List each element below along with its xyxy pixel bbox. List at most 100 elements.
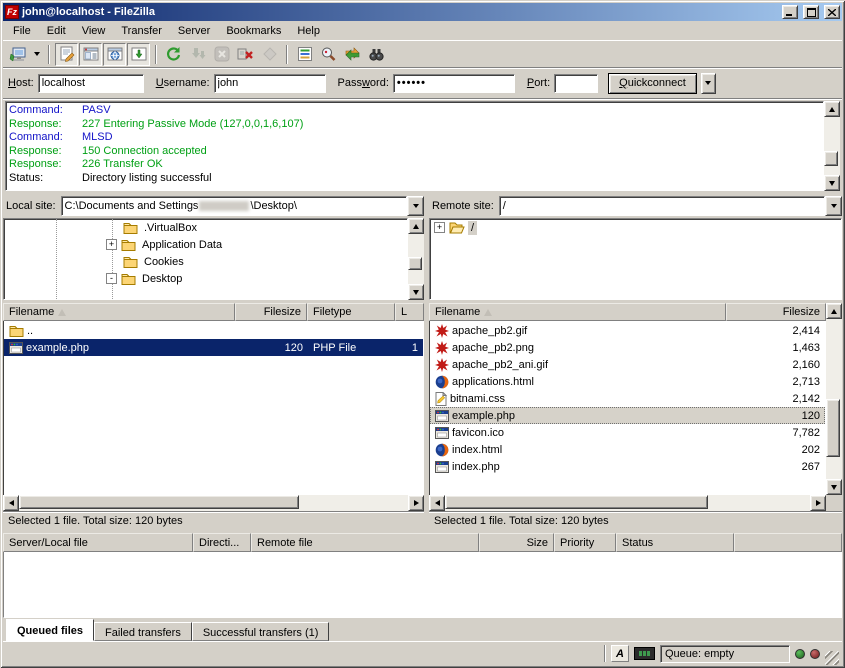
scroll-left-button[interactable] xyxy=(3,495,19,511)
tree-item-label[interactable]: / xyxy=(468,221,477,235)
tree-item[interactable]: + Application Data xyxy=(4,236,407,253)
file-row[interactable]: bitnami.css 2,142 xyxy=(430,390,825,407)
reconnect-button[interactable] xyxy=(258,43,281,66)
file-row[interactable]: apache_pb2.gif 2,414 xyxy=(430,322,825,339)
quickconnect-dropdown[interactable] xyxy=(701,73,716,94)
file-row[interactable]: example.php 120 PHP File 1 xyxy=(4,339,423,356)
tree-item-label[interactable]: Application Data xyxy=(139,238,225,252)
local-path-field[interactable]: C:\Documents and Settings\Desktop\ xyxy=(61,196,407,216)
file-row[interactable]: example.php 120 xyxy=(430,407,825,424)
menu-file[interactable]: File xyxy=(5,22,39,40)
queue-list[interactable] xyxy=(3,552,842,618)
file-row[interactable]: index.html 202 xyxy=(430,441,825,458)
scroll-up-button[interactable] xyxy=(824,101,840,117)
scroll-down-button[interactable] xyxy=(408,284,424,300)
tree-expander[interactable]: + xyxy=(434,222,445,233)
tab-successful-transfers[interactable]: Successful transfers (1) xyxy=(192,622,330,641)
toggle-remote-tree-button[interactable] xyxy=(103,43,126,66)
file-row[interactable]: .. xyxy=(4,322,423,339)
compare-directories-button[interactable] xyxy=(317,43,340,66)
column-header-direction[interactable]: Directi... xyxy=(193,533,251,552)
site-manager-dropdown[interactable] xyxy=(30,43,43,66)
file-row[interactable]: favicon.ico 7,782 xyxy=(430,424,825,441)
scroll-thumb[interactable] xyxy=(19,495,299,509)
scroll-right-button[interactable] xyxy=(810,495,826,511)
column-header-priority[interactable]: Priority xyxy=(554,533,616,552)
scroll-right-button[interactable] xyxy=(408,495,424,511)
scroll-up-button[interactable] xyxy=(408,218,424,234)
menu-edit[interactable]: Edit xyxy=(39,22,74,40)
speed-limit-indicator-icon[interactable] xyxy=(634,647,655,660)
remote-list-scrollbar[interactable] xyxy=(826,303,842,495)
local-site-combo[interactable]: C:\Documents and Settings\Desktop\ xyxy=(61,196,424,216)
scroll-down-button[interactable] xyxy=(826,479,842,495)
find-files-button[interactable] xyxy=(365,43,388,66)
toggle-message-log-button[interactable] xyxy=(55,43,78,66)
file-row[interactable]: applications.html 2,713 xyxy=(430,373,825,390)
column-header-server-local-file[interactable]: Server/Local file xyxy=(3,533,193,552)
transfer-type-indicator-icon[interactable]: A xyxy=(611,645,629,662)
tree-item[interactable]: + / xyxy=(430,219,841,236)
scroll-thumb[interactable] xyxy=(445,495,708,509)
column-header-size[interactable]: Size xyxy=(479,533,554,552)
remote-site-combo[interactable]: / xyxy=(499,196,842,216)
local-path-dropdown[interactable] xyxy=(407,196,424,216)
tree-item-label[interactable]: Cookies xyxy=(141,255,187,269)
file-row[interactable]: apache_pb2.png 1,463 xyxy=(430,339,825,356)
menu-transfer[interactable]: Transfer xyxy=(113,22,170,40)
port-input[interactable] xyxy=(554,74,598,93)
maximize-button[interactable] xyxy=(803,5,819,19)
remote-list-hscrollbar[interactable] xyxy=(429,495,826,511)
toggle-transfer-queue-button[interactable] xyxy=(127,43,150,66)
scroll-down-button[interactable] xyxy=(824,175,840,191)
process-queue-button[interactable] xyxy=(186,43,209,66)
column-header-filename[interactable]: Filename xyxy=(3,303,235,321)
menu-help[interactable]: Help xyxy=(289,22,328,40)
tree-item[interactable]: .VirtualBox xyxy=(4,219,407,236)
tree-item[interactable]: Cookies xyxy=(4,253,407,270)
tree-item[interactable]: - Desktop xyxy=(4,270,407,287)
column-header-filetype[interactable]: Filetype xyxy=(307,303,395,321)
disconnect-button[interactable] xyxy=(234,43,257,66)
quickconnect-button[interactable]: Quickconnect xyxy=(608,73,697,94)
directory-listing-filters-button[interactable] xyxy=(293,43,316,66)
column-header-filesize[interactable]: Filesize xyxy=(235,303,307,321)
column-header-filesize[interactable]: Filesize xyxy=(726,303,826,321)
column-header-filename[interactable]: Filename xyxy=(429,303,726,321)
host-input[interactable] xyxy=(38,74,144,93)
refresh-button[interactable] xyxy=(162,43,185,66)
remote-path-dropdown[interactable] xyxy=(825,196,842,216)
cancel-operation-button[interactable] xyxy=(210,43,233,66)
scroll-up-button[interactable] xyxy=(826,303,842,319)
close-button[interactable] xyxy=(824,5,840,19)
scroll-left-button[interactable] xyxy=(429,495,445,511)
log-scrollbar[interactable] xyxy=(824,101,840,191)
password-input[interactable] xyxy=(393,74,515,93)
column-header-remote-file[interactable]: Remote file xyxy=(251,533,479,552)
scroll-thumb[interactable] xyxy=(408,257,422,270)
menu-server[interactable]: Server xyxy=(170,22,218,40)
scroll-thumb[interactable] xyxy=(824,151,838,166)
tree-expander[interactable]: - xyxy=(106,273,117,284)
column-header-lastmodified[interactable]: L xyxy=(395,303,424,321)
username-input[interactable] xyxy=(214,74,326,93)
toggle-local-tree-button[interactable] xyxy=(79,43,102,66)
file-row[interactable]: apache_pb2_ani.gif 2,160 xyxy=(430,356,825,373)
menu-view[interactable]: View xyxy=(74,22,114,40)
synchronized-browsing-button[interactable] xyxy=(341,43,364,66)
minimize-button[interactable] xyxy=(782,5,798,19)
menu-bookmarks[interactable]: Bookmarks xyxy=(218,22,289,40)
tree-item-label[interactable]: Desktop xyxy=(139,272,185,286)
local-list-hscrollbar[interactable] xyxy=(3,495,424,511)
file-row[interactable]: index.php 267 xyxy=(430,458,825,475)
tab-queued-files[interactable]: Queued files xyxy=(6,619,94,641)
column-header-status[interactable]: Status xyxy=(616,533,734,552)
tree-expander[interactable]: + xyxy=(106,239,117,250)
tree-item-label[interactable]: .VirtualBox xyxy=(141,221,200,235)
local-tree-scrollbar[interactable] xyxy=(408,218,424,300)
site-manager-button[interactable] xyxy=(6,43,29,66)
remote-path-field[interactable]: / xyxy=(499,196,825,216)
tab-failed-transfers[interactable]: Failed transfers xyxy=(94,622,192,641)
resize-grip[interactable] xyxy=(825,651,839,665)
scroll-thumb[interactable] xyxy=(826,399,840,457)
